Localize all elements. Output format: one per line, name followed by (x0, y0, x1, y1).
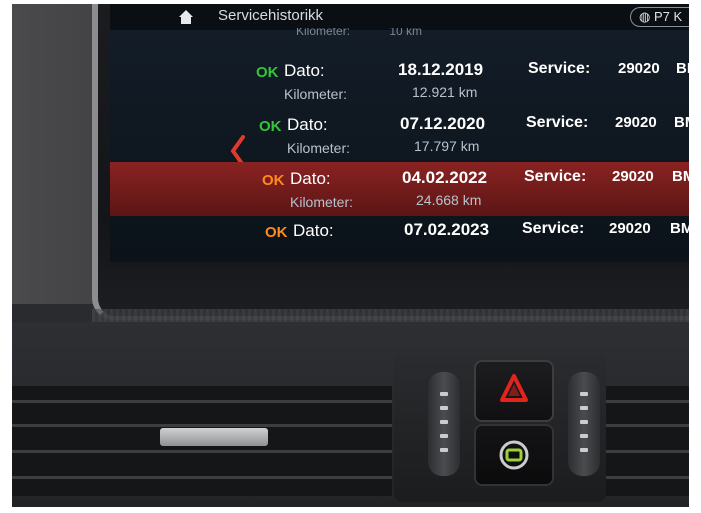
status-ok-label: OK (259, 118, 282, 135)
service-code: 29020 (618, 60, 660, 77)
dial-tick (440, 420, 448, 424)
km-value: 24.668 km (416, 192, 482, 208)
dust-strip (92, 309, 689, 323)
date-label: Dato: (284, 61, 325, 80)
service-label: Service: (522, 220, 585, 237)
vent-slat (604, 424, 689, 427)
vent-slat (12, 476, 392, 479)
partial-row: Kilometer: 10 km (296, 28, 458, 38)
vent-slat (12, 400, 392, 403)
home-icon[interactable] (178, 9, 194, 25)
service-code: 29020 (609, 220, 651, 237)
central-lock-button[interactable] (474, 424, 554, 486)
km-label: Kilometer: (284, 86, 348, 102)
air-vent-right (604, 386, 689, 496)
service-label: Service: (526, 114, 589, 131)
service-code: 29020 (615, 114, 657, 131)
partial-km-label: Kilometer: (296, 28, 351, 38)
hazard-warning-icon (500, 374, 528, 402)
vehicle-brand: BMW (670, 220, 689, 237)
service-date: 04.02.2022 (402, 168, 488, 187)
service-entry[interactable]: OK Dato: 18.12.2019 Kilometer: 12.921 km Serv… (110, 54, 689, 108)
vent-slat (12, 424, 392, 427)
dial-tick (440, 434, 448, 438)
hazard-button[interactable] (474, 360, 554, 422)
km-value: 12.921 km (412, 84, 478, 100)
vehicle-brand: BMW (672, 168, 689, 185)
dial-tick (580, 434, 588, 438)
km-value: 17.797 km (414, 138, 480, 154)
date-label: Dato: (290, 169, 331, 188)
service-entry[interactable]: OK Dato: 07.02.2023 Service: 29020 BMW (110, 214, 689, 262)
photo: Servicehistorikk ◍ P7 K Kilometer: 10 km… (12, 4, 689, 507)
gear-indicator: ◍ P7 K (630, 7, 689, 27)
vent-adjust-tab[interactable] (160, 428, 268, 446)
status-ok-label: OK (265, 224, 288, 241)
page-title: Servicehistorikk (218, 7, 324, 24)
status-bar: Servicehistorikk ◍ P7 K (110, 4, 689, 30)
dial-tick (440, 392, 448, 396)
dial-tick (440, 448, 448, 452)
service-label: Service: (524, 168, 587, 185)
service-label: Service: (528, 60, 591, 77)
dial-tick (440, 406, 448, 410)
date-label: Dato: (293, 221, 334, 240)
service-date: 07.02.2023 (404, 220, 490, 239)
gear-label: P7 K (653, 9, 683, 24)
central-lock-icon (499, 440, 529, 470)
dial-tick (580, 392, 588, 396)
status-ok-label: OK (256, 64, 279, 81)
gear-icon: ◍ (639, 9, 651, 24)
dial-tick (580, 448, 588, 452)
vehicle-brand: BMW (676, 60, 689, 77)
service-entry[interactable]: OK Dato: 04.02.2022 Kilometer: 24.668 km Serv… (110, 162, 689, 216)
service-date: 18.12.2019 (398, 60, 484, 79)
km-label: Kilometer: (287, 140, 351, 156)
partial-km-value: 10 km (389, 28, 423, 38)
service-code: 29020 (612, 168, 654, 185)
vent-slat (12, 450, 392, 453)
service-entry[interactable]: OK Dato: 07.12.2020 Kilometer: 17.797 km Serv… (110, 108, 689, 162)
vehicle-brand: BMW (674, 114, 689, 131)
dial-tick (580, 420, 588, 424)
status-ok-label: OK (262, 172, 285, 189)
vent-slat (604, 450, 689, 453)
dial-tick (580, 406, 588, 410)
vent-slat (604, 400, 689, 403)
vent-slat (604, 476, 689, 479)
vent-dial-left[interactable] (428, 372, 460, 476)
service-date: 07.12.2020 (400, 114, 486, 133)
date-label: Dato: (287, 115, 328, 134)
vent-dial-right[interactable] (568, 372, 600, 476)
km-label: Kilometer: (290, 194, 354, 210)
idrive-screen: Servicehistorikk ◍ P7 K Kilometer: 10 km… (110, 4, 689, 262)
